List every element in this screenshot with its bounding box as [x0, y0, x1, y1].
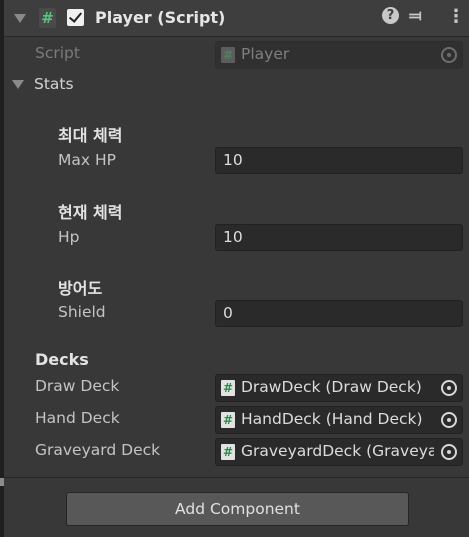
- max-hp-heading: 최대 체력: [58, 126, 123, 145]
- presets-icon[interactable]: ⫤: [409, 6, 422, 26]
- kebab-menu-icon[interactable]: ⋮: [447, 6, 465, 27]
- script-asset-icon: [221, 47, 235, 63]
- max-hp-value: 10: [223, 151, 243, 169]
- script-asset-icon: [221, 380, 235, 396]
- stats-foldout-label[interactable]: Stats: [34, 75, 74, 93]
- draw-deck-label: Draw Deck: [35, 377, 120, 395]
- divider: [4, 477, 469, 478]
- script-hash-icon: #: [39, 8, 56, 28]
- add-component-button[interactable]: Add Component: [66, 492, 409, 526]
- hp-label: Hp: [58, 228, 80, 246]
- enabled-checkbox[interactable]: [67, 9, 84, 26]
- script-value: Player: [241, 45, 290, 63]
- hp-value: 10: [223, 228, 243, 246]
- hp-heading: 현재 체력: [58, 203, 123, 222]
- script-asset-icon: [221, 412, 235, 428]
- script-object-field: Player: [215, 41, 463, 69]
- hand-deck-field[interactable]: HandDeck (Hand Deck): [215, 406, 463, 434]
- script-label: Script: [35, 44, 80, 62]
- shield-input[interactable]: 0: [215, 300, 463, 327]
- panel-edge-marker: [0, 478, 4, 486]
- help-icon[interactable]: ?: [382, 7, 399, 24]
- graveyard-deck-value: GraveyardDeck (Graveyard Deck): [241, 442, 434, 460]
- decks-heading: Decks: [35, 350, 89, 369]
- graveyard-deck-field[interactable]: GraveyardDeck (Graveyard Deck): [215, 438, 463, 466]
- object-picker-icon[interactable]: [435, 439, 462, 465]
- shield-value: 0: [223, 304, 233, 322]
- foldout-arrow-icon[interactable]: [14, 14, 26, 23]
- graveyard-deck-label: Graveyard Deck: [35, 441, 161, 459]
- shield-heading: 방어도: [58, 279, 103, 298]
- object-picker-icon: [435, 42, 462, 68]
- draw-deck-field[interactable]: DrawDeck (Draw Deck): [215, 374, 463, 402]
- shield-label: Shield: [58, 303, 106, 321]
- stats-foldout-arrow-icon[interactable]: [12, 80, 24, 89]
- component-title: Player (Script): [95, 8, 226, 27]
- max-hp-input[interactable]: 10: [215, 147, 463, 174]
- hp-input[interactable]: 10: [215, 224, 463, 251]
- object-picker-icon[interactable]: [435, 375, 462, 401]
- max-hp-label: Max HP: [58, 151, 116, 169]
- component-header[interactable]: # Player (Script) ? ⫤ ⋮: [4, 0, 469, 37]
- left-panel-edge: [0, 0, 4, 537]
- script-asset-icon: [221, 444, 235, 460]
- object-picker-icon[interactable]: [435, 407, 462, 433]
- hand-deck-value: HandDeck (Hand Deck): [241, 410, 423, 428]
- hand-deck-label: Hand Deck: [35, 409, 120, 427]
- draw-deck-value: DrawDeck (Draw Deck): [241, 378, 422, 396]
